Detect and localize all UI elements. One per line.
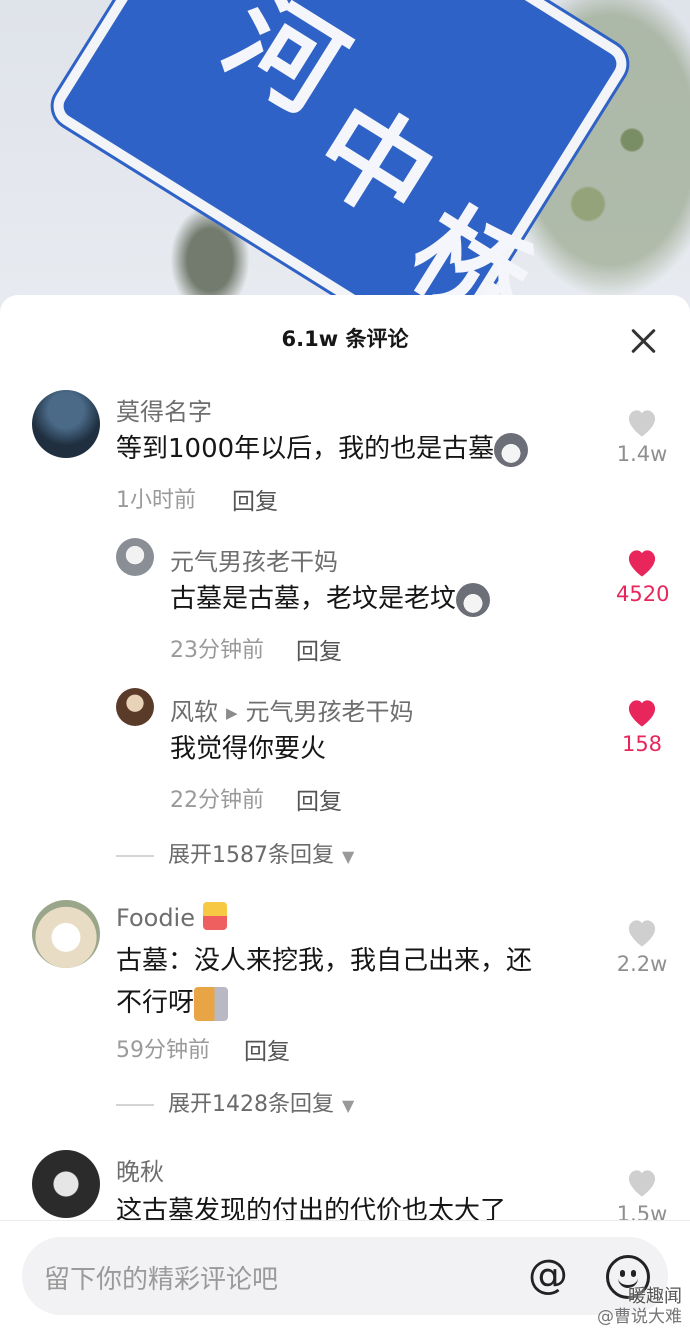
cat-emoji-icon	[194, 986, 229, 1021]
heart-icon	[628, 1170, 656, 1197]
reply-button[interactable]: 回复	[244, 1032, 290, 1066]
reply-time: 23分钟前	[170, 638, 264, 663]
comment-username: Foodie	[116, 902, 227, 932]
avatar[interactable]	[32, 1150, 100, 1218]
video-background: 河 中 桥	[0, 0, 690, 320]
comment-text: 等到1000年以后，我的也是古墓	[116, 428, 529, 470]
avatar[interactable]	[116, 538, 154, 576]
like-button[interactable]: 4520	[616, 546, 670, 606]
comment-input-bar: 留下你的精彩评论吧 @	[0, 1220, 690, 1328]
watermark: 暖趣闻 @曹说大难	[597, 1282, 682, 1327]
reply-button[interactable]: 回复	[232, 482, 278, 516]
comment-author[interactable]: Foodie	[116, 904, 195, 932]
divider-line	[116, 855, 154, 857]
like-button[interactable]: 1.4w	[616, 406, 668, 466]
heart-icon	[628, 700, 656, 727]
divider-line	[116, 1104, 154, 1106]
reply-text-content: 古墓是古墓，老坟是老坟	[170, 584, 457, 614]
reply-username[interactable]: 元气男孩老干妈	[170, 542, 338, 577]
reply-text: 我觉得你要火	[170, 734, 327, 764]
comment-username[interactable]: 晚秋	[116, 1152, 164, 1187]
like-count: 1.4w	[616, 442, 668, 466]
chevron-down-icon: ▼	[342, 1095, 355, 1115]
husky-emoji-icon	[494, 432, 529, 467]
expand-replies-label: 展开1587条回复	[168, 843, 334, 868]
like-button[interactable]: 2.2w	[616, 916, 668, 976]
comment-input-placeholder: 留下你的精彩评论吧	[44, 1265, 279, 1295]
like-count: 4520	[616, 582, 670, 606]
reply-button[interactable]: 回复	[296, 632, 342, 666]
comment-time: 1小时前	[116, 488, 196, 513]
like-count: 2.2w	[616, 952, 668, 976]
comment-text-line: 古墓：没人来挖我，我自己出来，还	[116, 946, 533, 976]
like-count: 1.5w	[616, 1202, 668, 1220]
expand-replies-button[interactable]: 展开1428条回复 ▼	[116, 1086, 354, 1118]
reply-button[interactable]: 回复	[296, 782, 342, 816]
reply-text: 古墓是古墓，老坟是老坟	[170, 578, 491, 620]
reply-arrow-icon: ▶	[226, 704, 238, 722]
comment-item: 晚秋 这古墓发现的付出的代价也太大了 1.5w	[0, 1150, 690, 1220]
heart-icon	[628, 410, 656, 437]
reply-author[interactable]: 风软	[170, 698, 218, 726]
reply-username: 风软 ▶ 元气男孩老干妈	[170, 692, 414, 727]
comment-sheet: 6.1w 条评论 莫得名字 等到1000年以后，我的也是古墓 1小时前 回复 1…	[0, 295, 690, 1328]
like-count: 158	[621, 732, 663, 756]
close-icon[interactable]	[628, 325, 660, 357]
avatar[interactable]	[32, 390, 100, 458]
reply-to-user[interactable]: 元气男孩老干妈	[246, 698, 414, 726]
heart-icon	[628, 920, 656, 947]
comment-text: 这古墓发现的付出的代价也太大了	[116, 1196, 507, 1220]
comment-text-line: 不行呀	[116, 982, 596, 1024]
comment-text-content: 不行呀	[116, 988, 195, 1018]
comment-username[interactable]: 莫得名字	[116, 392, 212, 427]
like-button[interactable]: 158	[616, 696, 668, 756]
reply-time: 22分钟前	[170, 788, 264, 813]
husky-emoji-icon	[456, 582, 491, 617]
comment-time: 59分钟前	[116, 1038, 210, 1063]
like-button[interactable]: 1.5w	[616, 1166, 668, 1220]
chevron-down-icon: ▼	[342, 846, 355, 866]
watermark-line: @曹说大难	[597, 1307, 682, 1327]
avatar[interactable]	[32, 900, 100, 968]
comment-count-title: 6.1w 条评论	[281, 327, 409, 351]
expand-replies-button[interactable]: 展开1587条回复 ▼	[116, 837, 354, 869]
heart-icon	[628, 550, 656, 577]
comment-text-content: 等到1000年以后，我的也是古墓	[116, 434, 495, 464]
expand-replies-label: 展开1428条回复	[168, 1092, 334, 1117]
mention-icon[interactable]: @	[528, 1251, 568, 1299]
avatar[interactable]	[116, 688, 154, 726]
comment-input[interactable]: 留下你的精彩评论吧	[22, 1237, 668, 1315]
fries-emoji-icon	[202, 902, 227, 930]
comment-text: 古墓：没人来挖我，我自己出来，还 不行呀	[116, 940, 596, 1024]
